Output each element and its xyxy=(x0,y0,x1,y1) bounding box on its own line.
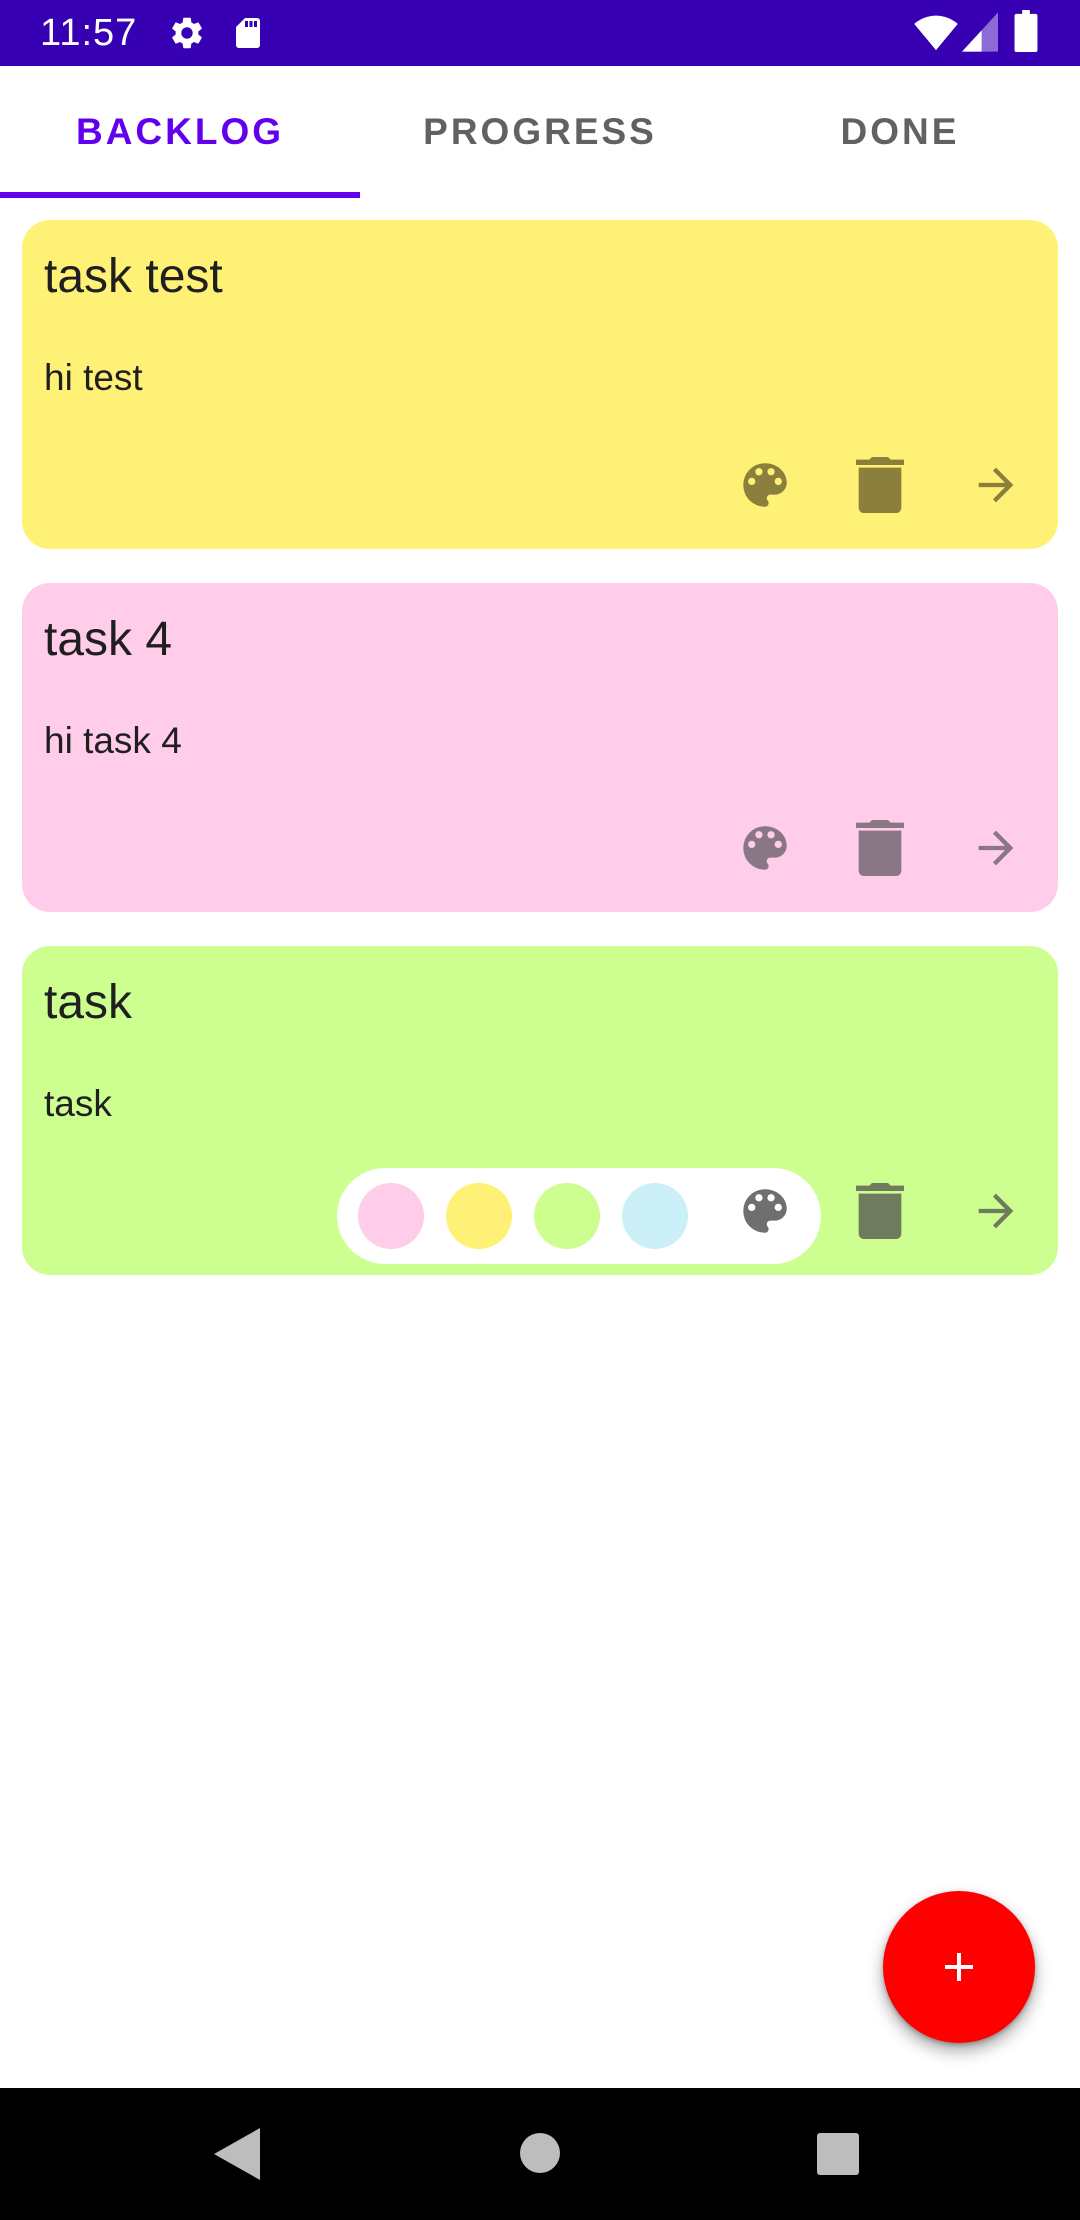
palette-icon[interactable] xyxy=(730,1176,800,1246)
color-swatch-green[interactable] xyxy=(534,1183,600,1249)
sd-card-icon xyxy=(230,14,266,52)
task-description: task xyxy=(44,1083,112,1124)
task-description: hi test xyxy=(44,357,143,398)
task-card[interactable]: task 4 hi task 4 xyxy=(22,583,1058,912)
delete-icon[interactable] xyxy=(845,450,915,520)
tab-progress[interactable]: PROGRESS xyxy=(360,66,720,198)
palette-icon[interactable] xyxy=(730,450,800,520)
navigation-bar xyxy=(0,2088,1080,2220)
tab-backlog[interactable]: BACKLOG xyxy=(0,66,360,198)
task-title: task test xyxy=(44,250,223,303)
arrow-forward-icon[interactable] xyxy=(961,1176,1031,1246)
color-swatch-yellow[interactable] xyxy=(446,1183,512,1249)
task-card[interactable]: task test hi test xyxy=(22,220,1058,549)
task-title: task xyxy=(44,976,133,1029)
arrow-forward-icon[interactable] xyxy=(961,450,1031,520)
wifi-icon xyxy=(914,12,958,52)
color-swatch-blue[interactable] xyxy=(622,1183,688,1249)
task-card[interactable]: task task xyxy=(22,946,1058,1275)
task-title: task 4 xyxy=(44,613,173,666)
battery-icon xyxy=(1014,10,1038,52)
add-task-button[interactable] xyxy=(883,1891,1035,2043)
tab-done[interactable]: DONE xyxy=(720,66,1080,198)
tab-indicator xyxy=(0,192,360,198)
status-bar: 11:57 xyxy=(0,0,1080,66)
status-time: 11:57 xyxy=(40,12,138,54)
signal-icon xyxy=(962,12,998,52)
delete-icon[interactable] xyxy=(845,1176,915,1246)
tab-bar: BACKLOG PROGRESS DONE xyxy=(0,66,1080,198)
plus-icon xyxy=(945,1953,973,1981)
back-icon[interactable] xyxy=(214,2128,260,2185)
color-swatch-pink[interactable] xyxy=(358,1183,424,1249)
arrow-forward-icon[interactable] xyxy=(961,813,1031,883)
home-icon[interactable] xyxy=(519,2132,561,2179)
recents-icon[interactable] xyxy=(817,2133,859,2180)
delete-icon[interactable] xyxy=(845,813,915,883)
palette-icon[interactable] xyxy=(730,813,800,883)
settings-icon xyxy=(168,14,206,52)
task-description: hi task 4 xyxy=(44,720,182,761)
